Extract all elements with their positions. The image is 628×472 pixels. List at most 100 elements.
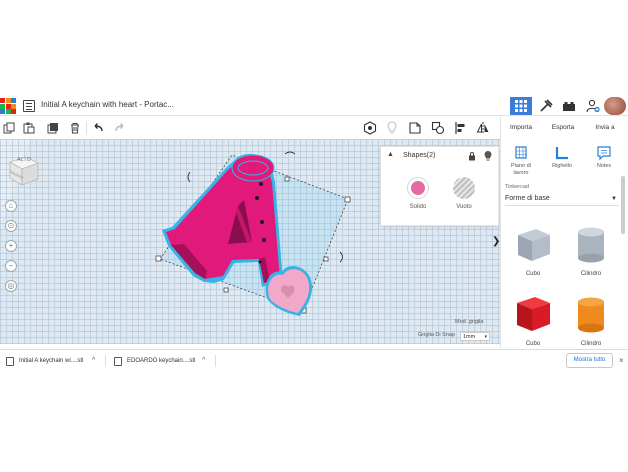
lock-icon[interactable] bbox=[467, 151, 477, 161]
download-item[interactable]: EDOARDO keychain....stl bbox=[114, 354, 195, 368]
chevron-up-icon[interactable]: ^ bbox=[92, 354, 95, 368]
inspector-title: Shapes(2) bbox=[403, 152, 436, 159]
cylinder-shape-icon bbox=[578, 297, 604, 333]
mirror-icon bbox=[476, 122, 489, 134]
notes-tool-label: Notes bbox=[596, 163, 612, 169]
snap-grid-value: 1mm bbox=[463, 334, 476, 340]
resize-handle[interactable] bbox=[284, 176, 290, 182]
home-icon: ⌂ bbox=[8, 201, 14, 210]
add-user-button[interactable] bbox=[582, 97, 604, 115]
grid-view-icon bbox=[515, 100, 527, 112]
zoom-out-icon: − bbox=[8, 261, 14, 270]
toolbar-divider bbox=[86, 121, 87, 135]
logo-block bbox=[11, 103, 16, 109]
shape-inspector: ▲ Shapes(2) Solido Vuoto bbox=[380, 146, 499, 226]
top-header: Initial A keychain with heart - Portac..… bbox=[0, 96, 628, 116]
group-button[interactable] bbox=[430, 120, 446, 136]
grid-settings-link[interactable]: Mod. griglia bbox=[455, 319, 483, 325]
library-select-value: Forme di base bbox=[505, 195, 550, 202]
home-view-button[interactable]: ⌂ bbox=[5, 200, 17, 212]
panel-scrollbar[interactable] bbox=[621, 176, 625, 234]
shape-tile-cylinder[interactable]: Cilindro bbox=[569, 221, 613, 277]
light-bulb-button[interactable] bbox=[384, 120, 400, 136]
tab-importa[interactable]: Importa bbox=[501, 121, 541, 135]
build-button[interactable] bbox=[535, 97, 557, 115]
resize-handle[interactable] bbox=[155, 255, 162, 262]
panel-collapse-chevron-icon[interactable]: ❯ bbox=[492, 236, 500, 247]
chevron-up-icon[interactable]: ^ bbox=[202, 354, 205, 368]
show-all-button[interactable]: Mostra tutto bbox=[566, 353, 613, 368]
light-bulb-icon[interactable] bbox=[483, 150, 493, 161]
copy-icon bbox=[3, 122, 15, 134]
grid-view-button[interactable] bbox=[510, 97, 532, 115]
notes-tool[interactable]: Notes bbox=[587, 145, 621, 170]
box-shape-icon bbox=[518, 229, 550, 261]
snap-grid-label: Griglia Di Snap bbox=[418, 332, 455, 338]
align-button[interactable] bbox=[453, 120, 469, 136]
resize-handle[interactable] bbox=[344, 196, 351, 203]
workplane-tool[interactable]: Piano di lavoro bbox=[504, 145, 538, 177]
logo-block bbox=[5, 109, 11, 114]
add-user-icon bbox=[586, 99, 600, 113]
paste-button[interactable] bbox=[21, 120, 37, 136]
zoom-in-icon: + bbox=[8, 241, 14, 250]
workplane-icon bbox=[515, 146, 527, 159]
fit-icon: ⊙ bbox=[7, 221, 15, 230]
screen: { "header": { "document_title": "Initial… bbox=[0, 0, 628, 472]
perspective-button[interactable]: ◎ bbox=[5, 280, 17, 292]
library-select[interactable]: Forme di base ▼ bbox=[505, 192, 619, 206]
solid-color-button[interactable] bbox=[407, 177, 429, 199]
resize-handle[interactable] bbox=[323, 256, 329, 262]
fit-view-button[interactable]: ⊙ bbox=[5, 220, 17, 232]
resize-handle[interactable] bbox=[223, 287, 229, 293]
shape-tile-box[interactable]: Cubo bbox=[511, 221, 555, 277]
group-icon bbox=[431, 121, 445, 135]
logo-block bbox=[11, 109, 16, 114]
copy-button[interactable] bbox=[1, 120, 17, 136]
download-divider bbox=[105, 355, 106, 367]
mirror-button[interactable] bbox=[475, 120, 491, 136]
hole-button[interactable] bbox=[453, 177, 475, 199]
ruler-tool-label: Righello bbox=[552, 163, 572, 169]
tab-esporta[interactable]: Esporta bbox=[543, 121, 583, 135]
delete-button[interactable] bbox=[67, 120, 83, 136]
design-menu-icon[interactable] bbox=[23, 100, 35, 112]
duplicate-button[interactable] bbox=[45, 120, 61, 136]
cylinder-shape-icon bbox=[578, 227, 604, 263]
tab-invia-a[interactable]: Invia a bbox=[585, 121, 625, 135]
undo-icon bbox=[94, 123, 103, 132]
collapse-chevron-icon[interactable]: ▲ bbox=[387, 151, 394, 158]
shape-tile-box-red[interactable]: Cubo bbox=[511, 291, 555, 347]
snap-grid-select[interactable]: 1mm ▾ bbox=[460, 332, 490, 341]
bricks-button[interactable] bbox=[558, 97, 580, 115]
view-cube[interactable]: ALTO DAVANTI bbox=[6, 153, 39, 186]
logo-block bbox=[0, 109, 5, 114]
note-visibility-button[interactable] bbox=[362, 120, 378, 136]
workplane-tool-label: Piano di lavoro bbox=[511, 163, 531, 176]
tinkercad-logo[interactable] bbox=[0, 98, 16, 114]
undo-button[interactable] bbox=[90, 120, 106, 136]
zoom-in-button[interactable]: + bbox=[5, 240, 17, 252]
notes-button[interactable] bbox=[407, 120, 423, 136]
file-icon bbox=[114, 356, 122, 366]
chevron-down-icon: ▾ bbox=[484, 334, 487, 340]
shape-tile-label: Cilindro bbox=[580, 341, 602, 347]
document-title[interactable]: Initial A keychain with heart - Portac..… bbox=[41, 100, 174, 109]
file-icon bbox=[6, 356, 14, 366]
zoom-out-button[interactable]: − bbox=[5, 260, 17, 272]
download-item[interactable]: Initial A keychain wi....stl bbox=[6, 354, 83, 368]
avatar[interactable] bbox=[604, 97, 626, 115]
logo-block bbox=[5, 103, 11, 109]
close-icon[interactable]: × bbox=[619, 354, 624, 368]
hole-label: Vuoto bbox=[456, 204, 472, 210]
chevron-down-icon: ▼ bbox=[611, 196, 617, 202]
note-visibility-icon bbox=[363, 121, 377, 135]
redo-button[interactable] bbox=[112, 120, 128, 136]
ruler-tool[interactable]: Righello bbox=[545, 145, 579, 170]
bricks-icon bbox=[563, 102, 575, 111]
ruler-icon bbox=[555, 147, 568, 160]
library-source-label: Tinkercad bbox=[505, 184, 529, 190]
shape-tile-cylinder-orange[interactable]: Cilindro bbox=[569, 291, 613, 347]
logo-block bbox=[11, 98, 16, 103]
edit-toolbar bbox=[0, 117, 500, 139]
